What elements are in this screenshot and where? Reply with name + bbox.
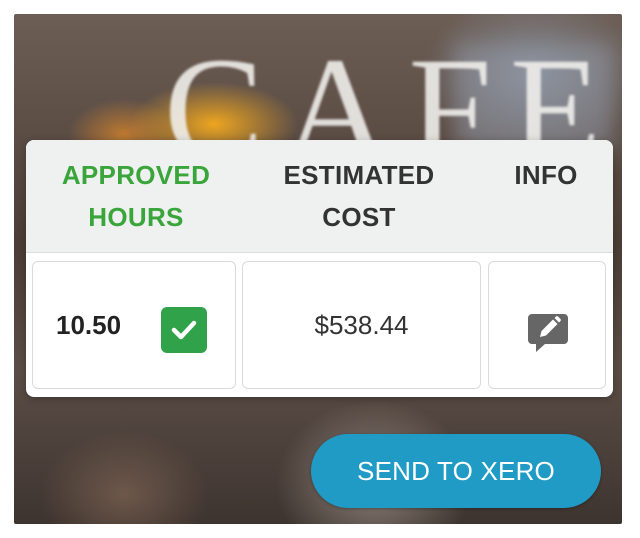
timesheet-card: APPROVED HOURS ESTIMATED COST INFO 10.50…: [26, 140, 613, 397]
header-info-line1: INFO: [514, 160, 578, 190]
table-header: APPROVED HOURS ESTIMATED COST INFO: [26, 140, 613, 253]
header-approved-hours: APPROVED HOURS: [36, 154, 236, 238]
header-estimated-line1: ESTIMATED: [283, 160, 435, 190]
header-estimated-line2: COST: [322, 202, 396, 232]
estimated-cost-value: $538.44: [314, 310, 409, 340]
checkmark-icon: [171, 320, 197, 340]
header-approved-line1: APPROVED: [61, 160, 211, 190]
approved-checkbox[interactable]: [161, 307, 207, 353]
estimated-cost-cell: $538.44: [242, 261, 481, 389]
info-cell: [488, 261, 606, 389]
header-estimated-cost: ESTIMATED COST: [254, 154, 464, 238]
approved-hours-cell: 10.50: [32, 261, 236, 389]
hours-value: 10.50: [56, 310, 122, 340]
send-to-xero-button[interactable]: SEND TO XERO: [311, 434, 601, 508]
edit-note-icon[interactable]: [525, 309, 571, 355]
header-approved-line2: HOURS: [88, 202, 184, 232]
header-info: INFO: [496, 154, 596, 196]
